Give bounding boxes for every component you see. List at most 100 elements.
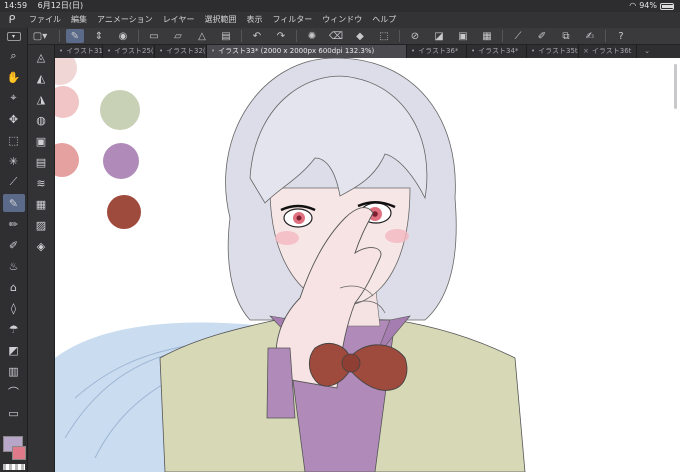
hand-tool-icon[interactable]: ✋ [3,68,25,86]
layer-property-icon[interactable]: ▨ [30,216,52,234]
menu-edit[interactable]: 編集 [66,12,92,28]
tab-close-icon[interactable]: • [211,47,215,55]
gradient-tool-icon[interactable]: ▥ [3,362,25,380]
copy-icon[interactable]: ⧉ [557,29,575,43]
eyedropper-icon[interactable]: ⟋ [3,173,25,191]
doc-tab-active[interactable]: • イラスト33* (2000 x 2000px 600dpi 132.3%) [207,45,407,58]
canvas-swatch-sage [100,90,140,130]
menu-help[interactable]: ヘルプ [367,12,401,28]
tab-close-icon[interactable]: • [159,47,163,55]
tab-close-icon[interactable]: • [471,47,475,55]
new-file-icon[interactable]: ▭ [145,29,163,43]
doc-tab[interactable]: • イラスト35t [527,45,579,58]
brush-tool-icon[interactable]: ✐ [3,236,25,254]
invert-selection-icon[interactable]: ◪ [430,29,448,43]
tab-close-icon[interactable]: × [583,47,589,55]
loading-icon[interactable]: ✺ [303,29,321,43]
zoom-tool-icon[interactable]: ⌕ [3,47,25,65]
layer-add-icon[interactable]: ◭ [30,69,52,87]
export-icon[interactable]: ▤ [217,29,235,43]
tool-palette: ▾ ⌕ ✋ ⌖ ✥ ⬚ ✳ ⟋ ✎ ✏ ✐ ♨ ⌂ ◊ ☂ ◩ ▥ ⌒ ▭ [0,28,28,472]
blend-tool-icon[interactable]: ☂ [3,320,25,338]
deselect-icon[interactable]: ⊘ [406,29,424,43]
fill-icon[interactable]: ◆ [351,29,369,43]
stroke-icon[interactable]: ✍ [581,29,599,43]
undo-icon[interactable]: ↶ [248,29,266,43]
eye-icon[interactable]: ◉ [114,29,132,43]
text-tool-icon[interactable]: ▭ [3,404,25,422]
ruler-layer-icon[interactable]: ◬ [30,48,52,66]
sub-tool-selector-icon[interactable]: ▢▾ [27,29,53,43]
brush-tool-icon[interactable]: ✎ [66,29,84,43]
redo-icon[interactable]: ↷ [272,29,290,43]
clear-icon[interactable]: ⌫ [327,29,345,43]
canvas-swatch-pink-light [55,58,77,85]
menu-layer[interactable]: レイヤー [158,12,200,28]
wifi-icon: ◠ [629,1,637,10]
transparent-color-swatch[interactable] [3,464,25,470]
save-icon[interactable]: △ [193,29,211,43]
layer-delete-icon[interactable]: ▦ [30,195,52,213]
layer-image-icon[interactable]: ▣ [30,132,52,150]
doc-tab[interactable]: • イラスト25(9 [103,45,155,58]
pencil-tool-icon[interactable]: ✏ [3,215,25,233]
sub-tool-panel: ◬ ◭ ◮ ◍ ▣ ▤ ≋ ▦ ▨ ◈ [28,45,55,472]
crop-icon[interactable]: ▣ [454,29,472,43]
status-date: 6月12日(日) [37,1,84,10]
menu-animation[interactable]: アニメーション [92,12,158,28]
tab-close-icon[interactable]: • [107,47,111,55]
tab-close-icon[interactable]: • [531,47,535,55]
decoration-icon[interactable]: ⌂ [3,278,25,296]
layer-circle-icon[interactable]: ◍ [30,111,52,129]
menu-selection[interactable]: 選択範囲 [199,12,241,28]
drawing-canvas[interactable] [55,58,680,472]
sleeve [266,347,296,419]
menu-view[interactable]: 表示 [241,12,267,28]
menu-filter[interactable]: フィルター [267,12,317,28]
doc-tab[interactable]: • イラスト36* [407,45,467,58]
layer-mask-icon[interactable]: ◮ [30,90,52,108]
app-logo-icon[interactable]: ᑭ [0,12,24,28]
document-tab-bar: •イラスト31(9 •イラスト25(9 •イラスト32(m •イラスト33* (… [55,45,680,58]
tab-overflow-icon[interactable]: ⌄ [637,45,657,58]
battery-icon [660,2,674,10]
eraser-icon[interactable]: ◊ [3,299,25,317]
doc-tab[interactable]: × イラスト36t [579,45,637,58]
command-toolbar: ☰ ▢▾ ✎ ⇕ ◉ ▭ ▱ △ ▤ ↶ ↷ ✺ ⌫ ◆ ⬚ ⊘ ◪ ▣ ▦ ⟋… [0,28,680,45]
transform-icon[interactable]: ⬚ [375,29,393,43]
menu-bar: ᑭ ファイル 編集 アニメーション レイヤー 選択範囲 表示 フィルター ウィン… [0,12,680,28]
layer-copy-icon[interactable]: ▤ [30,153,52,171]
layer-stack-icon[interactable]: ≋ [30,174,52,192]
sub-color-swatch[interactable] [12,446,26,460]
layer-group-icon[interactable]: ◈ [30,237,52,255]
help-icon[interactable]: ? [612,29,630,43]
move-layer-icon[interactable]: ✥ [3,110,25,128]
auto-select-icon[interactable]: ✳ [3,152,25,170]
clear-outside-icon[interactable]: ▦ [478,29,496,43]
canvas-swatch-brown [107,195,141,229]
tab-close-icon[interactable]: • [411,47,415,55]
canvas-swatch-rose [55,143,79,177]
airbrush-icon[interactable]: ♨ [3,257,25,275]
doc-tab[interactable]: •イラスト32(m [155,45,207,58]
pen-tool-icon[interactable]: ✎ [2,194,25,212]
battery-percent: 94% [639,1,657,10]
spinner-arrows-icon[interactable]: ⇕ [90,29,108,43]
operation-tool-icon[interactable]: ⌖ [3,89,25,107]
doc-tab[interactable]: •イラスト31(9 [55,45,103,58]
pen-settings-icon[interactable]: ✐ [533,29,551,43]
fill-tool-icon[interactable]: ◩ [3,341,25,359]
canvas-swatch-lavender [103,143,139,179]
menu-file[interactable]: ファイル [24,12,66,28]
ruler-icon[interactable]: ⟋ [509,29,527,43]
status-time: 14:59 [4,1,28,10]
menu-window[interactable]: ウィンドウ [317,12,367,28]
open-folder-icon[interactable]: ▱ [169,29,187,43]
palette-toggle-icon[interactable]: ▾ [0,28,27,44]
illustration [55,58,526,472]
selection-tool-icon[interactable]: ⬚ [3,131,25,149]
figure-tool-icon[interactable]: ⌒ [3,383,25,401]
doc-tab[interactable]: • イラスト34* [467,45,527,58]
canvas-scrollbar[interactable] [674,64,677,109]
tab-close-icon[interactable]: • [59,47,63,55]
